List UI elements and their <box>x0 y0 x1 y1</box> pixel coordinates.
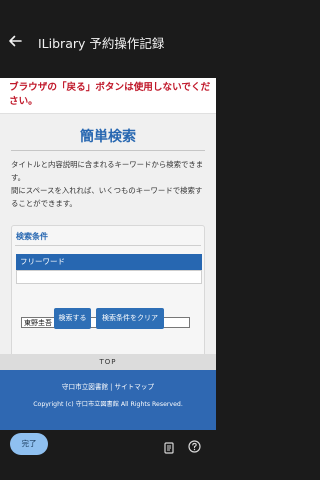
top-link[interactable]: TOP <box>0 354 216 370</box>
conditions-title: 検索条件 <box>16 232 48 241</box>
title-divider <box>11 150 205 151</box>
conditions-divider <box>15 245 201 246</box>
free-word-field-area <box>16 270 202 328</box>
app-title: ILibrary 予約操作記録 <box>38 36 165 51</box>
clear-conditions-button[interactable]: 検索条件をクリア <box>96 308 164 329</box>
warning-text: ブラウザの「戻る」ボタンは使用しないでください。 <box>9 82 211 107</box>
warning-banner: ブラウザの「戻る」ボタンは使用しないでください。 <box>0 78 216 114</box>
description-1: タイトルと内容説明に含まれるキーワードから検索できます。 <box>11 160 204 182</box>
document-icon[interactable] <box>163 439 175 454</box>
site-footer: 守口市立図書館 | サイトマップ Copyright (c) 守口市立図書館 A… <box>0 370 216 430</box>
help-icon[interactable] <box>188 438 201 453</box>
search-button[interactable]: 検索する <box>54 308 91 329</box>
web-view: ブラウザの「戻る」ボタンは使用しないでください。 簡単検索 タイトルと内容説明に… <box>0 78 216 430</box>
page-title: 簡単検索 <box>80 129 136 145</box>
footer-links[interactable]: 守口市立図書館 | サイトマップ <box>0 382 216 392</box>
back-arrow-icon[interactable] <box>6 32 24 50</box>
free-word-label: フリーワード <box>16 254 202 270</box>
app-bar: ILibrary 予約操作記録 <box>0 0 216 78</box>
description-2: 間にスペースを入れれば、いくつものキーワードで検索することができます。 <box>11 186 203 208</box>
bottom-bar: 完了 <box>0 430 216 480</box>
footer-copyright: Copyright (c) 守口市立図書館 All Rights Reserve… <box>33 401 183 408</box>
done-button[interactable]: 完了 <box>10 433 48 455</box>
search-conditions-panel: 検索条件 フリーワード 検索する 検索条件をクリア <box>11 225 205 375</box>
search-content: 簡単検索 タイトルと内容説明に含まれるキーワードから検索できます。 間にスペース… <box>0 114 216 375</box>
